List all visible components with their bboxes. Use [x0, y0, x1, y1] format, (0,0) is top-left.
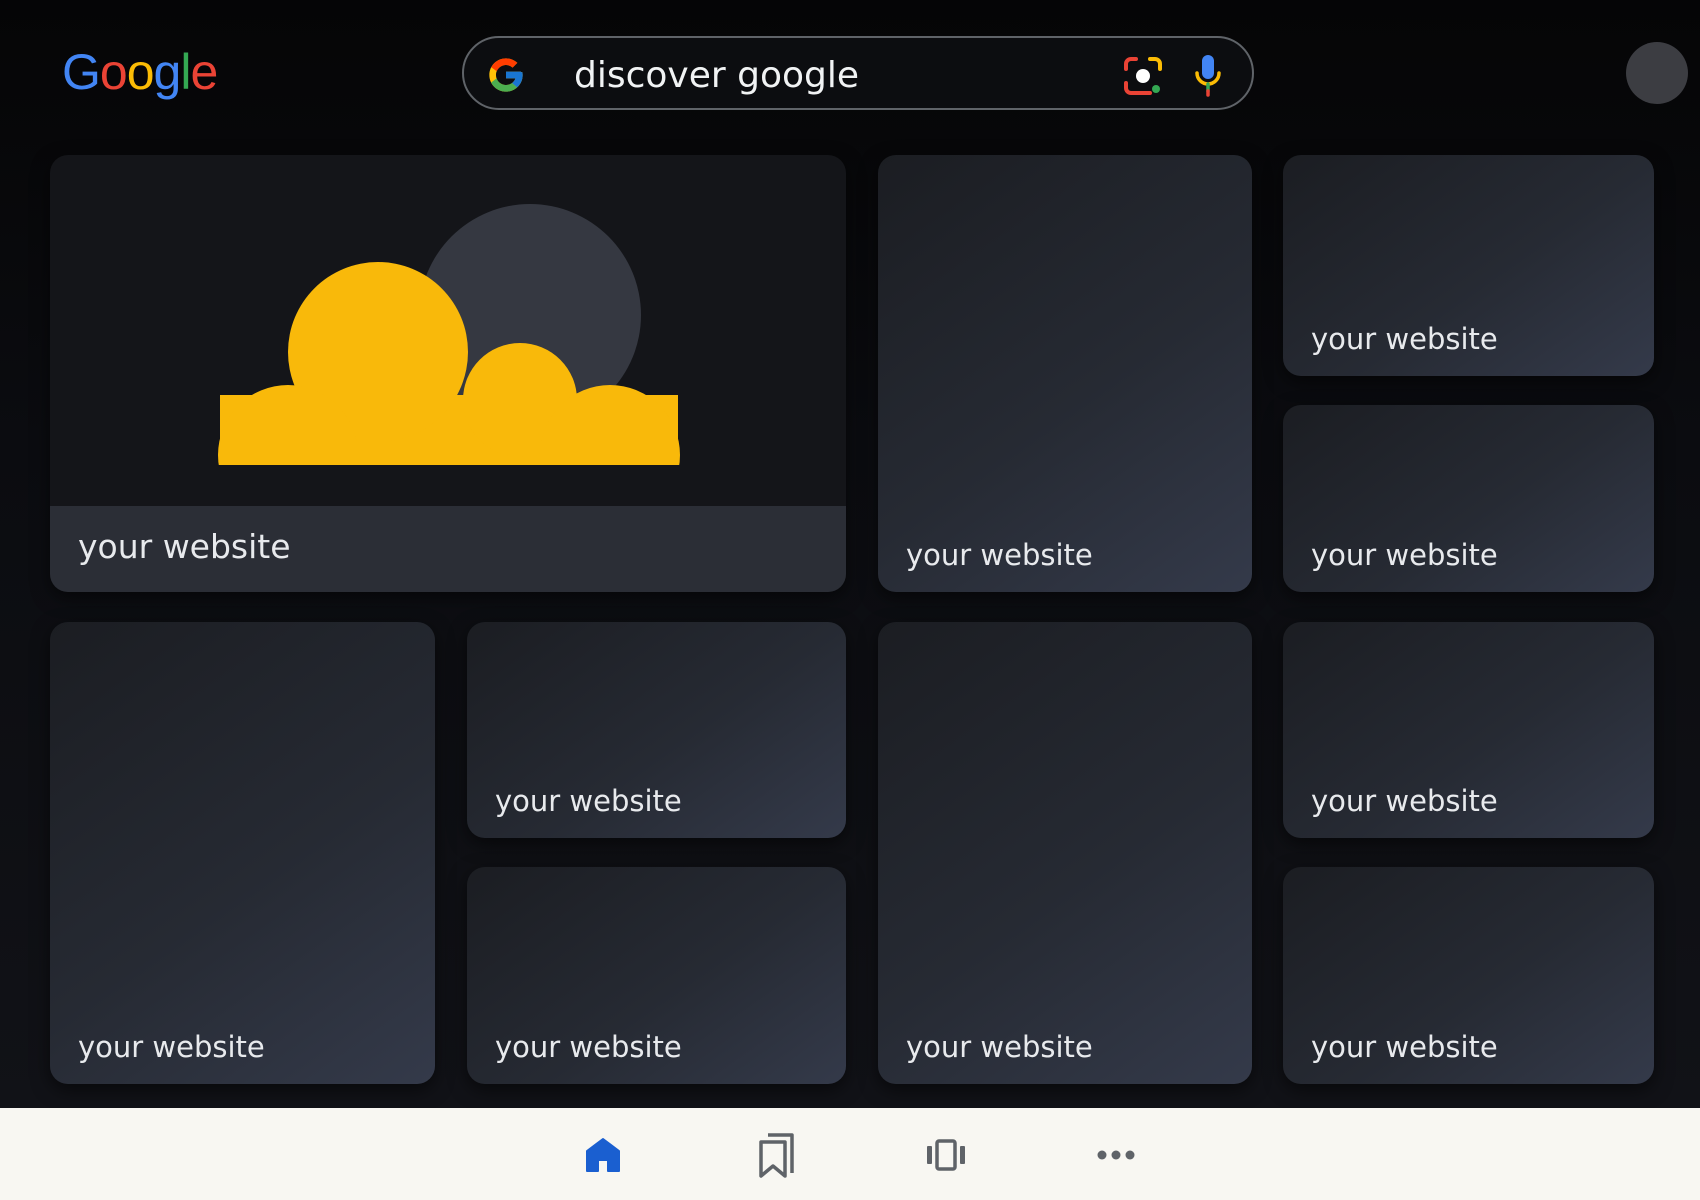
card-label: your website	[78, 527, 291, 566]
card[interactable]: your website	[878, 155, 1252, 592]
logo-letter: G	[62, 44, 101, 100]
more-icon	[1097, 1150, 1135, 1160]
card[interactable]: your website	[467, 622, 846, 838]
search-input[interactable]	[572, 48, 1076, 102]
card-label: your website	[495, 784, 682, 818]
nav-home-button[interactable]	[575, 1128, 631, 1182]
search-bar[interactable]	[462, 36, 1254, 110]
card[interactable]: your website	[1283, 405, 1654, 592]
google-lens-icon[interactable]	[1122, 55, 1164, 97]
logo-letter: g	[153, 44, 182, 100]
bookmarks-icon	[759, 1133, 794, 1178]
card[interactable]: your website	[1283, 622, 1654, 838]
google-g-icon	[489, 58, 523, 92]
card-label: your website	[906, 1030, 1093, 1064]
nav-bookmarks-button[interactable]	[749, 1128, 805, 1182]
card[interactable]: your website	[1283, 155, 1654, 376]
card[interactable]: your website	[1283, 867, 1654, 1084]
cloud-moon-illustration	[50, 204, 846, 519]
nav-more-button[interactable]	[1088, 1128, 1144, 1182]
card-label: your website	[1311, 784, 1498, 818]
carousel-icon	[927, 1139, 965, 1171]
logo-letter: o	[99, 44, 128, 100]
logo-letter: l	[180, 44, 191, 100]
card-label: your website	[1311, 538, 1498, 572]
nav-carousel-button[interactable]	[918, 1128, 974, 1182]
home-icon	[586, 1138, 620, 1172]
card-label: your website	[1311, 1030, 1498, 1064]
google-logo[interactable]: Google	[62, 42, 218, 102]
logo-letter: e	[190, 44, 218, 100]
card-label: your website	[1311, 322, 1498, 356]
hero-card[interactable]: your website	[50, 155, 846, 592]
card-label: your website	[495, 1030, 682, 1064]
card-label: your website	[906, 538, 1093, 572]
card-label: your website	[78, 1030, 265, 1064]
discover-app: Google discover google your website your…	[0, 0, 1700, 1108]
logo-letter: o	[126, 44, 155, 100]
bottom-nav	[0, 1108, 1700, 1200]
avatar[interactable]	[1626, 42, 1688, 104]
card[interactable]: your website	[878, 622, 1252, 1084]
card[interactable]: your website	[467, 867, 846, 1084]
microphone-icon[interactable]	[1192, 53, 1224, 97]
card[interactable]: your website	[50, 622, 435, 1084]
